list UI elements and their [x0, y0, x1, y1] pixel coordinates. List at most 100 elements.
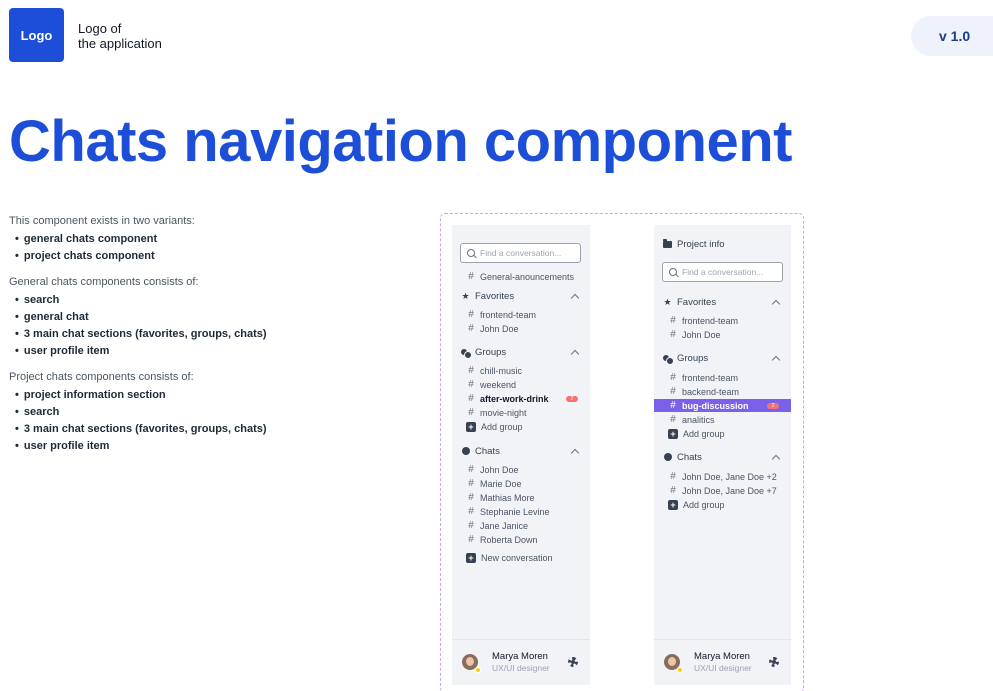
search-placeholder: Find a conversation...	[480, 248, 562, 258]
chats-section-header[interactable]: Chats	[461, 444, 581, 458]
list-item[interactable]: # frontend-team	[654, 314, 791, 327]
logo-label: Logo	[20, 27, 53, 43]
list-item[interactable]: # Roberta Down	[452, 533, 590, 546]
add-group-button[interactable]: + Add group	[668, 428, 725, 440]
profile-role: UX/UI designer	[694, 663, 752, 673]
list-item[interactable]: # John Doe	[452, 463, 590, 476]
search-icon	[669, 268, 677, 276]
profile-name: Marya Moren	[492, 651, 548, 662]
hash-icon: #	[468, 271, 474, 282]
list-item[interactable]: # Mathias More	[452, 491, 590, 504]
groups-icon	[663, 354, 674, 365]
add-group-button[interactable]: + Add group	[668, 499, 725, 511]
list-item[interactable]: # after-work-drink 2	[452, 392, 590, 405]
chevron-up-icon[interactable]	[570, 349, 580, 359]
add-group-button[interactable]: + Add group	[466, 421, 523, 433]
plus-icon: +	[668, 429, 678, 439]
user-profile-item[interactable]: Marya Moren UX/UI designer	[654, 639, 791, 685]
project-info-section[interactable]: Project info	[663, 237, 782, 251]
chevron-up-icon[interactable]	[570, 293, 580, 303]
list-item: user profile item	[9, 343, 409, 360]
chats-section-header[interactable]: Chats	[663, 450, 782, 464]
list-item[interactable]: # Jane Janice	[452, 519, 590, 532]
chevron-up-icon[interactable]	[570, 448, 580, 458]
profile-name: Marya Moren	[694, 651, 750, 662]
list-item[interactable]: # John Doe, Jane Doe +7	[654, 484, 791, 497]
hash-icon: #	[670, 315, 676, 326]
component-description: This component exists in two variants: g…	[9, 214, 409, 465]
favorites-section-header[interactable]: ★ Favorites	[663, 295, 782, 309]
groups-section-header[interactable]: Groups	[461, 345, 581, 359]
hash-icon: #	[468, 393, 474, 404]
chevron-up-icon[interactable]	[771, 355, 781, 365]
hash-icon: #	[468, 464, 474, 475]
list-item[interactable]: # analitics	[654, 413, 791, 426]
list-item[interactable]: # weekend	[452, 378, 590, 391]
plus-icon: +	[466, 553, 476, 563]
list-item: project information section	[9, 387, 409, 404]
list-item[interactable]: # chill-music	[452, 364, 590, 377]
star-icon: ★	[461, 290, 470, 301]
user-profile-item[interactable]: Marya Moren UX/UI designer	[452, 639, 590, 685]
app-logo[interactable]: Logo	[9, 8, 64, 62]
hash-icon: #	[670, 329, 676, 340]
unread-badge: 2	[566, 395, 578, 402]
status-dot	[475, 667, 481, 673]
hash-icon: #	[468, 323, 474, 334]
list-item: search	[9, 292, 409, 309]
list-item[interactable]: # John Doe	[654, 328, 791, 341]
chevron-up-icon[interactable]	[771, 454, 781, 464]
list-item[interactable]: # backend-team	[654, 385, 791, 398]
hash-icon: #	[670, 400, 676, 411]
hash-icon: #	[468, 309, 474, 320]
groups-section-header[interactable]: Groups	[663, 351, 782, 365]
list-item[interactable]: # frontend-team	[654, 371, 791, 384]
new-conversation-button[interactable]: + New conversation	[466, 552, 553, 564]
hash-icon: #	[468, 365, 474, 376]
version-label: v 1.0	[939, 28, 971, 44]
hash-icon: #	[670, 414, 676, 425]
search-input[interactable]: Find a conversation...	[460, 243, 581, 263]
profile-role: UX/UI designer	[492, 663, 550, 673]
chat-icon	[663, 453, 672, 462]
gear-icon[interactable]	[568, 657, 578, 667]
list-item[interactable]: # John Doe, Jane Doe +2	[654, 470, 791, 483]
page-title: Chats navigation component	[9, 109, 792, 174]
general-chat-item[interactable]: # General-anouncements	[452, 270, 590, 283]
description-intro: Project chats components consists of:	[9, 371, 194, 383]
list-item[interactable]: # movie-night	[452, 406, 590, 419]
list-item-active[interactable]: # bug-discussion 2	[654, 399, 791, 412]
list-item[interactable]: # John Doe	[452, 322, 590, 335]
list-item[interactable]: # Marie Doe	[452, 477, 590, 490]
list-item[interactable]: # Stephanie Levine	[452, 505, 590, 518]
gear-icon[interactable]	[769, 657, 779, 667]
list-item: general chat	[9, 309, 409, 326]
hash-icon: #	[468, 506, 474, 517]
groups-icon	[461, 348, 472, 359]
list-item: project chats component	[9, 248, 409, 265]
hash-icon: #	[468, 534, 474, 545]
search-icon	[467, 249, 475, 257]
list-item: user profile item	[9, 438, 409, 455]
search-placeholder: Find a conversation...	[682, 267, 764, 277]
folder-icon	[663, 238, 672, 249]
hash-icon: #	[468, 520, 474, 531]
favorites-section-header[interactable]: ★ Favorites	[461, 289, 581, 303]
list-item: 3 main chat sections (favorites, groups,…	[9, 421, 409, 438]
variants-list: general chats component project chats co…	[9, 231, 409, 265]
list-item: search	[9, 404, 409, 421]
star-icon: ★	[663, 296, 672, 307]
chat-icon	[461, 447, 470, 456]
general-chats-panel: Find a conversation... # General-anouncem…	[452, 225, 590, 685]
hash-icon: #	[670, 485, 676, 496]
hash-icon: #	[670, 372, 676, 383]
hash-icon: #	[468, 379, 474, 390]
project-chats-panel: Project info Find a conversation... ★ Fa…	[654, 225, 791, 685]
search-input[interactable]: Find a conversation...	[662, 262, 783, 282]
logo-caption: Logo of the application	[78, 21, 162, 51]
list-item[interactable]: # frontend-team	[452, 308, 590, 321]
status-dot	[677, 667, 683, 673]
chevron-up-icon[interactable]	[771, 299, 781, 309]
list-item: general chats component	[9, 231, 409, 248]
description-intro: General chats components consists of:	[9, 276, 199, 288]
